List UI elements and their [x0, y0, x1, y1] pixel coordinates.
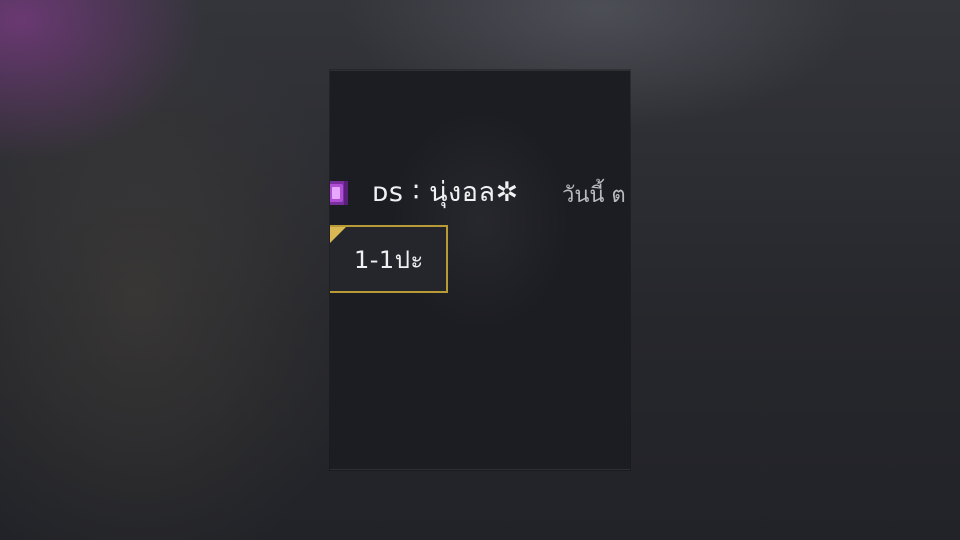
message-text: 1-1ปะ [354, 245, 424, 274]
panel-glow [390, 111, 570, 331]
chat-message-header: ᴅs ∶ นุ่งอล✲ วันนี้ ต [330, 175, 630, 211]
bubble-corner-accent [330, 227, 346, 243]
rank-badge-icon [330, 181, 348, 205]
message-timestamp: วันนี้ ต [562, 183, 626, 208]
chat-message-bubble[interactable]: 1-1ปะ [330, 225, 448, 293]
sender-name[interactable]: ᴅs ∶ นุ่งอล✲ [372, 177, 519, 209]
chat-panel: ᴅs ∶ นุ่งอล✲ วันนี้ ต 1-1ปะ [330, 70, 630, 470]
